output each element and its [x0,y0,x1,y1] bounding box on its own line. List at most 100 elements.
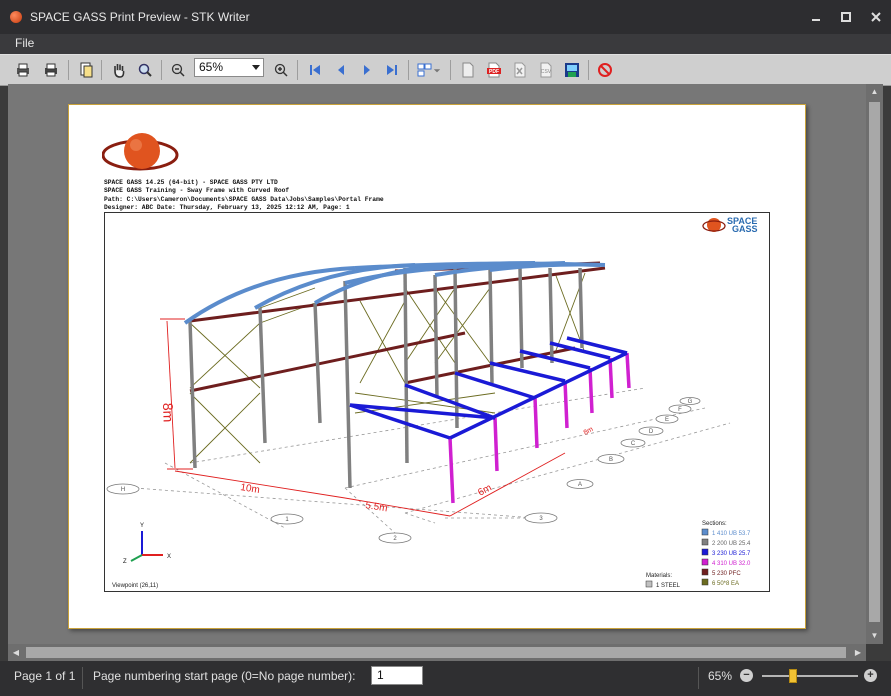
menu-bar: File [0,34,891,54]
close-button[interactable] [861,0,891,34]
zoom-select[interactable]: 65% [194,58,264,77]
export-csv-icon: CSV [540,62,552,78]
sections-title: Sections: [702,521,727,527]
pan-button[interactable] [110,61,128,79]
axis-z-label: Z [123,559,127,565]
previous-page-icon [338,65,344,75]
status-separator [698,667,699,689]
material-swatch [645,580,653,588]
preview-page: SPACE GASS 14.25 (64-bit) - SPACE GASS P… [68,104,806,629]
print-setup-icon [17,63,29,77]
section-4: 4 310 UB 32.0 [712,561,751,567]
title-bar: SPACE GASS Print Preview - STK Writer [0,0,891,34]
grid-bubbles [106,397,701,544]
girts [189,261,606,393]
zoom-slider-track[interactable] [762,675,858,677]
horizontal-scroll-thumb[interactable] [26,647,846,658]
section-swatch-5 [701,568,709,576]
zoom-in-button[interactable] [272,61,290,79]
app-icon [10,11,22,23]
close-preview-icon [598,63,612,77]
print-setup-button[interactable] [14,61,32,79]
toolbar-separator [68,60,69,80]
zoom-in-icon [274,63,288,77]
export-pdf-icon: PDF [487,62,501,78]
section-5: 5 230 PFC [712,571,741,577]
zoom-out-slider-button[interactable]: − [740,669,753,682]
dimension-labels: 8m 10m 5.5m 6m 8m [160,403,595,515]
section-swatch-2 [701,538,709,546]
multi-page-dropdown[interactable] [432,61,442,79]
status-bar: Page 1 of 1 Page numbering start page (0… [0,661,891,696]
section-swatch-1 [701,528,709,536]
section-2: 2 200 UB 25.4 [712,541,751,547]
magnify-button[interactable] [136,61,154,79]
zoom-out-button[interactable] [169,61,187,79]
page-numbering-input[interactable]: 1 [371,666,423,685]
menu-file[interactable]: File [15,36,34,50]
minimize-icon [812,19,820,21]
minimize-button[interactable] [801,0,831,34]
zoom-out-icon [171,63,185,77]
page-setup-button[interactable] [77,61,95,79]
grid-label-c: C [631,441,636,447]
horizontal-scrollbar[interactable]: ◀ ▶ [8,644,866,661]
export-excel-icon [514,62,526,78]
header-line-2: SPACE GASS Training - Sway Frame with Cu… [104,187,290,195]
section-1: 1 410 UB 53.7 [712,531,751,537]
scroll-down-icon[interactable]: ▼ [866,628,883,644]
close-preview-button[interactable] [596,61,614,79]
preview-viewport[interactable]: SPACE GASS 14.25 (64-bit) - SPACE GASS P… [8,84,866,644]
zoom-in-slider-button[interactable]: + [864,669,877,682]
last-page-icon [387,65,397,75]
pan-hand-icon [114,64,125,78]
section-swatch-6 [701,578,709,586]
page-header: SPACE GASS 14.25 (64-bit) - SPACE GASS P… [104,179,384,212]
bracing [189,272,586,464]
inner-logo: SPACE GASS [702,216,758,234]
scroll-up-icon[interactable]: ▲ [866,84,883,100]
svg-text:PDF: PDF [489,69,499,75]
close-icon [871,12,881,22]
dimension-lines [160,318,566,517]
section-6: 6 50*8 EA [712,581,739,587]
chevron-down-icon [252,65,260,70]
zoom-select-value: 65% [199,60,224,74]
header-line-4: Designer: ABC Date: Thursday, February 1… [104,203,350,211]
axis-x-label: X [167,554,171,560]
export-pdf-button[interactable]: PDF [485,61,503,79]
chevron-down-icon [433,69,441,73]
grid-label-b: B [609,457,613,463]
materials-legend: Materials: 1 STEEL [645,573,681,589]
export-image-button[interactable] [563,61,581,79]
first-page-button[interactable] [306,61,324,79]
maximize-button[interactable] [831,0,861,34]
vertical-scrollbar[interactable]: ▲ ▼ [866,84,883,644]
next-page-button[interactable] [358,61,376,79]
maximize-icon [841,12,851,22]
print-button[interactable] [42,61,60,79]
last-page-button[interactable] [383,61,401,79]
scroll-right-icon[interactable]: ▶ [850,644,866,661]
scroll-left-icon[interactable]: ◀ [8,644,24,661]
section-3: 3 230 UB 25.7 [712,551,751,557]
dimension-6m-label: 6m [476,482,493,498]
section-swatch-4 [701,558,709,566]
toolbar-separator [588,60,589,80]
dimension-height-label: 8m [160,403,177,423]
vertical-scroll-thumb[interactable] [869,102,880,622]
export-csv-button[interactable]: CSV [537,61,555,79]
grid-label-d: D [649,429,654,435]
grid-label-g: G [688,399,693,405]
canopy-beams [349,336,628,440]
model-view: SPACE GASS 1 2 3 A B C D E F G H 8m 10m … [104,212,770,592]
zoom-magnifier-icon [138,63,152,77]
section-swatch-3 [701,548,709,556]
grid-label-f: F [678,407,682,413]
previous-page-button[interactable] [332,61,350,79]
export-document-button[interactable] [459,61,477,79]
export-excel-button[interactable] [511,61,529,79]
zoom-slider-thumb[interactable] [788,669,797,683]
toolbar-separator [450,60,451,80]
grid-label-e: E [665,417,669,423]
